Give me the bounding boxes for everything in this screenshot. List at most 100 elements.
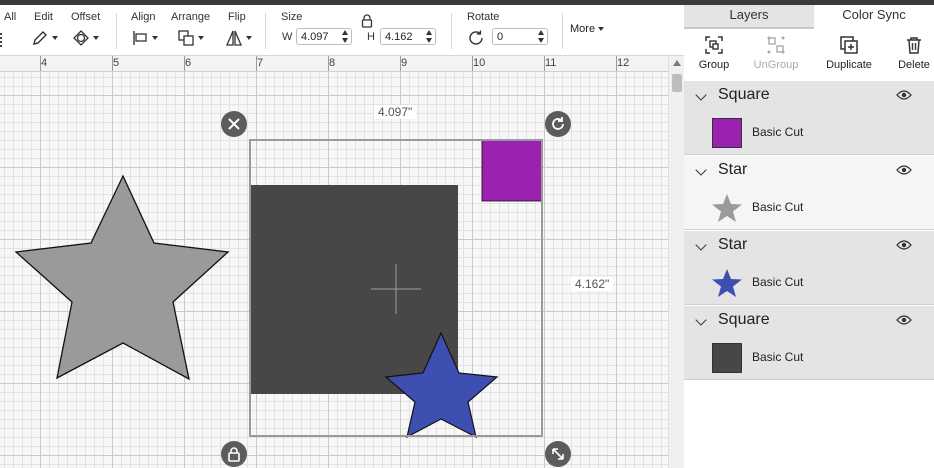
rotate-arrow-icon bbox=[552, 117, 564, 130]
square-swatch-icon bbox=[712, 343, 742, 373]
select-all-tool[interactable]: All bbox=[0, 5, 20, 55]
tab-color-sync[interactable]: Color Sync bbox=[814, 5, 934, 27]
flip-label: Flip bbox=[228, 11, 246, 23]
ruler-number: 5 bbox=[113, 57, 120, 69]
ungroup-button[interactable]: UnGroup bbox=[746, 29, 806, 79]
rotate-label: Rotate bbox=[467, 11, 500, 23]
align-label: Align bbox=[131, 11, 156, 23]
gray-star-shape[interactable] bbox=[14, 174, 230, 381]
eye-icon[interactable] bbox=[896, 314, 912, 326]
height-value: 4.162 bbox=[385, 31, 413, 43]
arrange-label: Arrange bbox=[171, 11, 211, 23]
edit-toolbar: All Edit Offset Align Arrange Flip Size … bbox=[0, 5, 684, 56]
more-button[interactable]: More bbox=[570, 23, 605, 35]
offset-icon bbox=[72, 29, 99, 47]
edit-tool[interactable]: Edit bbox=[28, 5, 64, 55]
layer-thumbnail bbox=[711, 192, 743, 224]
toolbar-divider bbox=[562, 13, 563, 49]
width-value: 4.097 bbox=[301, 31, 329, 43]
flip-tool[interactable]: Flip bbox=[222, 5, 258, 55]
width-dimension-label: 4.097" bbox=[374, 105, 417, 119]
duplicate-label: Duplicate bbox=[826, 59, 872, 71]
layer-name: Star bbox=[718, 236, 748, 253]
chevron-down-icon[interactable] bbox=[695, 164, 707, 176]
height-stepper-icon[interactable] bbox=[426, 30, 433, 43]
tab-layers[interactable]: Layers bbox=[684, 5, 814, 29]
layer-thumbnail bbox=[711, 267, 743, 299]
group-label: Group bbox=[698, 59, 730, 71]
ruler-number: 11 bbox=[545, 57, 557, 69]
chevron-down-icon[interactable] bbox=[695, 239, 707, 251]
flip-caret-icon bbox=[246, 36, 252, 40]
delete-label: Delete bbox=[898, 59, 930, 71]
eye-icon[interactable] bbox=[896, 89, 912, 101]
arrange-tool[interactable]: Arrange bbox=[170, 5, 216, 55]
group-icon bbox=[705, 36, 723, 54]
edit-caret-icon bbox=[52, 36, 58, 40]
rotate-handle[interactable] bbox=[545, 111, 571, 137]
lock-handle[interactable] bbox=[221, 441, 247, 467]
duplicate-button[interactable]: Duplicate bbox=[819, 29, 879, 79]
offset-label: Offset bbox=[71, 11, 101, 23]
select-all-icon bbox=[0, 33, 4, 47]
group-button[interactable]: Group bbox=[684, 29, 744, 79]
layer-item[interactable]: Square Basic Cut bbox=[684, 81, 934, 155]
rotate-input[interactable]: 0 bbox=[492, 28, 548, 45]
layer-name: Star bbox=[718, 161, 748, 178]
select-all-label: All bbox=[4, 11, 17, 23]
resize-arrows-icon bbox=[552, 448, 564, 460]
selection-bounding-box[interactable] bbox=[249, 139, 543, 437]
ruler-number: 4 bbox=[41, 57, 48, 69]
layer-item[interactable]: Square Basic Cut bbox=[684, 306, 934, 380]
arrange-caret-icon bbox=[198, 36, 204, 40]
close-icon bbox=[228, 118, 240, 130]
design-canvas[interactable]: 4.097" 4.162" bbox=[0, 72, 668, 468]
width-input[interactable]: 4.097 bbox=[296, 28, 352, 45]
layers-panel: Layers Color Sync Group UnGroup Duplicat… bbox=[684, 5, 934, 468]
ungroup-icon bbox=[767, 36, 785, 54]
arrange-icon bbox=[177, 29, 204, 47]
resize-handle[interactable] bbox=[545, 441, 571, 467]
chevron-down-icon[interactable] bbox=[695, 89, 707, 101]
lock-icon bbox=[228, 447, 240, 462]
layer-operation: Basic Cut bbox=[752, 350, 804, 364]
layer-operation: Basic Cut bbox=[752, 125, 804, 139]
offset-tool[interactable]: Offset bbox=[68, 5, 108, 55]
edit-label: Edit bbox=[34, 11, 53, 23]
eye-icon[interactable] bbox=[896, 164, 912, 176]
scrollbar-thumb[interactable] bbox=[672, 74, 682, 92]
layer-name: Square bbox=[718, 86, 770, 103]
align-tool[interactable]: Align bbox=[126, 5, 166, 55]
ungroup-label: UnGroup bbox=[753, 59, 799, 71]
canvas-vertical-scrollbar[interactable] bbox=[668, 56, 685, 468]
star-swatch-icon bbox=[712, 194, 742, 222]
scroll-up-icon[interactable] bbox=[673, 60, 681, 66]
height-prefix: H bbox=[367, 31, 375, 43]
layer-thumbnail bbox=[711, 342, 743, 374]
ruler-number: 7 bbox=[257, 57, 264, 69]
eye-icon[interactable] bbox=[896, 239, 912, 251]
pen-icon bbox=[31, 29, 58, 47]
align-caret-icon bbox=[152, 36, 158, 40]
rotate-stepper-icon[interactable] bbox=[538, 30, 545, 43]
ruler-number: 12 bbox=[617, 57, 630, 69]
layer-item[interactable]: Star Basic Cut bbox=[684, 156, 934, 230]
duplicate-icon bbox=[840, 36, 858, 54]
delete-button[interactable]: Delete bbox=[884, 29, 934, 79]
flip-icon bbox=[225, 29, 252, 47]
trash-icon bbox=[907, 37, 921, 54]
width-prefix: W bbox=[282, 31, 293, 43]
width-stepper-icon[interactable] bbox=[342, 30, 349, 43]
ruler-number: 10 bbox=[473, 57, 486, 69]
height-input[interactable]: 4.162 bbox=[380, 28, 436, 45]
layer-thumbnail bbox=[711, 117, 743, 149]
layer-name: Square bbox=[718, 311, 770, 328]
delete-handle[interactable] bbox=[221, 111, 247, 137]
layer-operation: Basic Cut bbox=[752, 275, 804, 289]
layer-item[interactable]: Star Basic Cut bbox=[684, 231, 934, 305]
layer-actions: Group UnGroup Duplicate Delete bbox=[684, 29, 934, 82]
toolbar-divider bbox=[265, 13, 266, 49]
star-swatch-icon bbox=[712, 269, 742, 297]
height-dimension-label: 4.162" bbox=[571, 277, 614, 291]
chevron-down-icon[interactable] bbox=[695, 314, 707, 326]
